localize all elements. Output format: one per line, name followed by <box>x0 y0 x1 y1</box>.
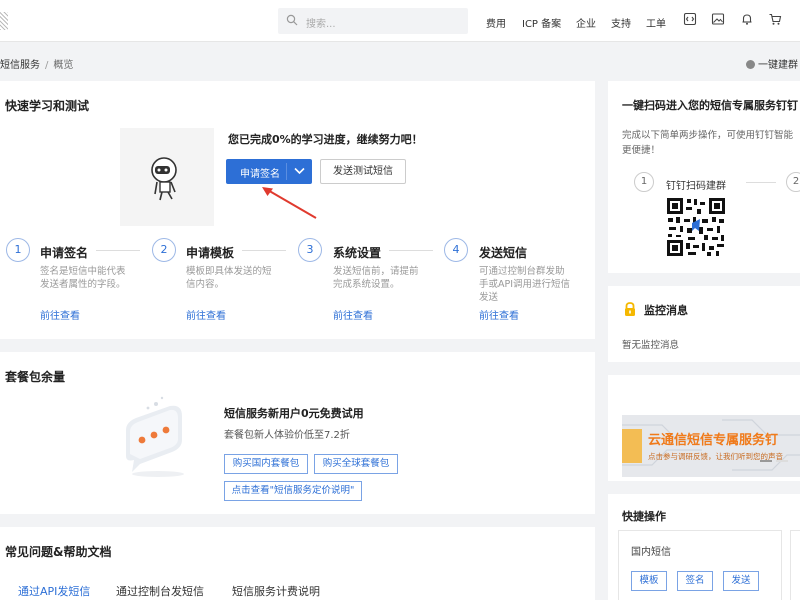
step-4-desc-line2: 手或API调用进行短信 <box>479 279 571 290</box>
promo-banner[interactable]: 云通信短信专属服务钉 点击参与调研反馈，让我们听到您的声音 <box>622 415 800 477</box>
step-connector <box>389 250 433 251</box>
one-click-group-label: 一键建群 <box>758 60 798 71</box>
nav-enterprise[interactable]: 企业 <box>576 15 596 30</box>
step-4-number: 4 <box>444 238 468 262</box>
view-pricing-button[interactable]: 点击查看"短信服务定价说明" <box>224 481 362 501</box>
monitor-card: 监控消息 暂无监控消息 <box>608 286 800 362</box>
dingtalk-desc-line2: 更便捷！ <box>622 145 661 156</box>
dingtalk-step-1-number: 1 <box>634 172 654 192</box>
button-divider <box>286 163 287 180</box>
apply-signature-label: 申请签名 <box>240 169 280 180</box>
banner-card: 云通信短信专属服务钉 点击参与调研反馈，让我们听到您的声音 <box>608 375 800 481</box>
package-balance-card: 套餐包余量 短信服务新用户0元免费试用 套餐包新人体验价低至7.2折 购买国内套… <box>0 352 595 514</box>
qr-code-icon[interactable] <box>666 197 726 257</box>
robot-icon <box>151 157 177 201</box>
chevron-down-icon[interactable] <box>294 167 305 175</box>
dingtalk-card: 一键扫码进入您的短信专属服务钉钉 完成以下简单两步操作，可使用钉钉智能 更便捷！… <box>608 81 800 273</box>
monitor-empty-text: 暂无监控消息 <box>622 340 680 351</box>
tab-api-sms[interactable]: 通过API发短信 <box>18 583 90 599</box>
image-icon[interactable] <box>711 12 725 26</box>
step-1-desc-line2: 发送者属性的字段。 <box>40 279 126 290</box>
dingtalk-step-1-label: 钉钉扫码建群 <box>666 181 726 192</box>
search-icon <box>286 14 298 26</box>
step-2-desc-line1: 模板即具体发送的短 <box>186 266 272 277</box>
step-3-desc-line1: 发送短信前，请提前 <box>333 266 419 277</box>
bell-icon[interactable] <box>740 12 754 26</box>
apply-signature-button[interactable]: 申请签名 <box>226 159 312 184</box>
step-1-title: 申请签名 <box>40 246 89 260</box>
group-icon <box>746 60 755 69</box>
faq-card: 常见问题&帮助文档 通过API发短信 通过控制台发短信 短信服务计费说明 <box>0 527 595 600</box>
nav-billing[interactable]: 费用 <box>486 15 506 30</box>
carousel-dot[interactable] <box>776 460 788 462</box>
package-balance-title: 套餐包余量 <box>5 370 66 384</box>
quick-ops-card: 快捷操作 国内短信 模板 签名 发送 <box>608 494 800 600</box>
tab-console-sms[interactable]: 通过控制台发短信 <box>116 583 204 599</box>
step-connector <box>242 250 286 251</box>
faq-title: 常见问题&帮助文档 <box>5 545 112 559</box>
monitor-title: 监控消息 <box>644 304 688 317</box>
breadcrumb: 短信服务 / 概览 <box>0 56 73 71</box>
breadcrumb-current: 概览 <box>53 60 74 71</box>
domestic-sms-box: 国内短信 模板 签名 发送 <box>618 530 782 600</box>
step-connector <box>746 182 776 183</box>
dingtalk-title: 一键扫码进入您的短信专属服务钉钉 <box>622 99 798 112</box>
step-1-desc-line1: 签名是短信中能代表 <box>40 266 126 277</box>
step-3-desc-line2: 完成系统设置。 <box>333 279 400 290</box>
breadcrumb-bar: 短信服务 / 概览 一键建群 <box>0 42 800 78</box>
step-2-title: 申请模板 <box>186 246 235 260</box>
step-2-desc-line2: 信内容。 <box>186 279 225 290</box>
carousel-dot-active[interactable] <box>760 460 772 462</box>
one-click-group-button[interactable]: 一键建群 <box>746 56 798 71</box>
nav-icp[interactable]: ICP 备案 <box>522 15 561 30</box>
step-4-desc-line1: 可通过控制台群发助 <box>479 266 565 277</box>
tab-billing-info[interactable]: 短信服务计费说明 <box>232 583 320 599</box>
step-4-title: 发送短信 <box>479 246 528 260</box>
step-4-desc-line3: 发送 <box>479 292 499 303</box>
nav-support[interactable]: 支持 <box>611 15 631 30</box>
buy-global-package-button[interactable]: 购买全球套餐包 <box>314 454 398 474</box>
step-connector <box>96 250 140 251</box>
package-promo-subtitle: 套餐包新人体验价低至7.2折 <box>224 430 350 441</box>
step-3-number: 3 <box>298 238 322 262</box>
dingtalk-step-2-number: 2 <box>786 172 800 192</box>
buy-domestic-package-button[interactable]: 购买国内套餐包 <box>224 454 308 474</box>
signature-button[interactable]: 签名 <box>677 571 713 591</box>
chat-bubble-illustration <box>126 396 184 477</box>
package-promo-title: 短信服务新用户0元免费试用 <box>224 407 364 420</box>
search-box[interactable]: 搜索... <box>278 8 468 34</box>
dingtalk-desc-line1: 完成以下简单两步操作，可使用钉钉智能 <box>622 130 794 141</box>
quickstart-title: 快速学习和测试 <box>5 99 90 113</box>
step-1-number: 1 <box>6 238 30 262</box>
step-4-link[interactable]: 前往查看 <box>479 307 519 322</box>
quickstart-card: 快速学习和测试 您已完成0%的学习进度，继续努力吧！ 申请签名 发送测试短信 1… <box>0 81 595 339</box>
breadcrumb-separator: / <box>45 60 49 71</box>
send-test-sms-button[interactable]: 发送测试短信 <box>320 159 406 184</box>
send-button[interactable]: 发送 <box>723 571 759 591</box>
top-bar: 搜索... 费用 ICP 备案 企业 支持 工单 <box>0 0 800 42</box>
learning-progress-text: 您已完成0%的学习进度，继续努力吧！ <box>228 133 423 146</box>
domestic-sms-label: 国内短信 <box>631 547 671 558</box>
template-button[interactable]: 模板 <box>631 571 667 591</box>
step-3-link[interactable]: 前往查看 <box>333 307 373 322</box>
step-2-link[interactable]: 前往查看 <box>186 307 226 322</box>
red-arrow-annotation <box>262 187 317 219</box>
next-ops-box <box>790 530 800 600</box>
step-2-number: 2 <box>152 238 176 262</box>
lock-icon <box>625 302 635 316</box>
breadcrumb-service[interactable]: 短信服务 <box>0 60 40 71</box>
step-1-link[interactable]: 前往查看 <box>40 307 80 322</box>
code-icon[interactable] <box>683 12 697 26</box>
cart-icon[interactable] <box>768 12 782 26</box>
quick-ops-title: 快捷操作 <box>622 510 666 523</box>
step-3-title: 系统设置 <box>333 246 382 260</box>
nav-ticket[interactable]: 工单 <box>646 15 666 30</box>
logo[interactable] <box>0 12 8 30</box>
robot-illustration <box>120 128 214 226</box>
search-input[interactable]: 搜索... <box>306 15 336 30</box>
banner-title: 云通信短信专属服务钉 <box>648 433 779 448</box>
